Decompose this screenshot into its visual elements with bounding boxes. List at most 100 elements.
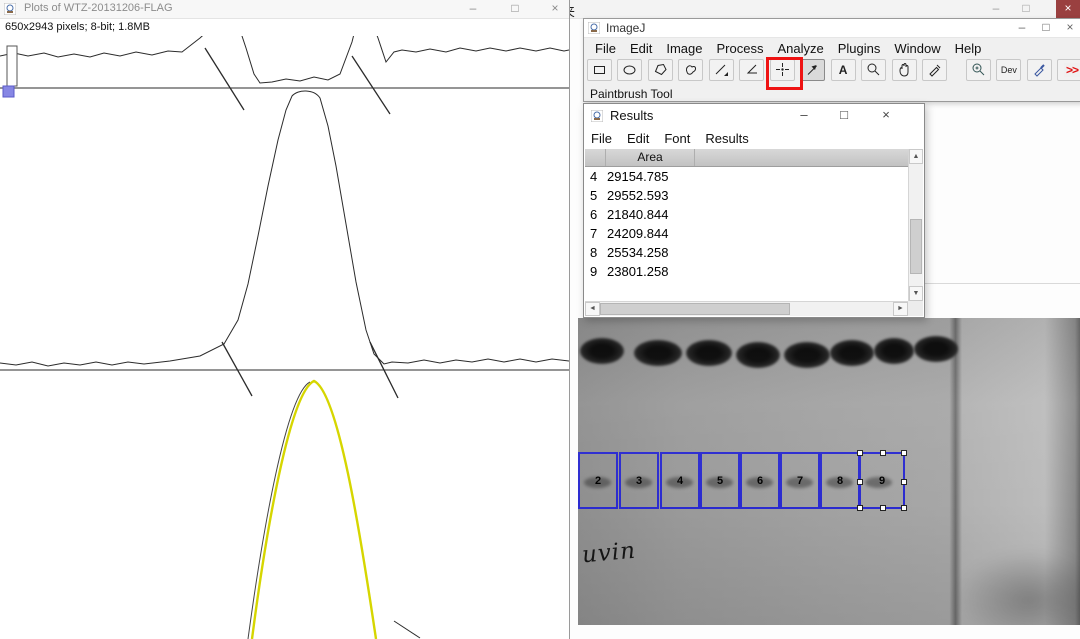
imagej-maximize-button[interactable]: □ — [1034, 19, 1058, 37]
imagej-minimize-button[interactable]: – — [1010, 19, 1034, 37]
plot-maximize-button[interactable]: □ — [500, 0, 530, 18]
scroll-right-button[interactable]: ► — [893, 302, 908, 316]
menu-plugins[interactable]: Plugins — [831, 39, 888, 58]
gel-band — [784, 342, 830, 368]
imagej-toolbar: A Dev >> — [584, 57, 1080, 90]
tool-zoom-alt[interactable] — [965, 59, 991, 81]
tool-hand[interactable] — [891, 59, 917, 81]
text-tool-icon: A — [838, 63, 848, 77]
tool-brush[interactable] — [1026, 59, 1052, 81]
menu-edit[interactable]: Edit — [623, 39, 659, 58]
tool-angle[interactable] — [739, 59, 765, 81]
dev-tool-icon: Dev — [1000, 65, 1017, 75]
plot-minimize-button[interactable]: – — [458, 0, 488, 18]
results-menu-font[interactable]: Font — [664, 131, 690, 146]
tool-oval[interactable] — [617, 59, 643, 81]
gel-roi[interactable]: 7 — [780, 452, 820, 509]
vertical-scroll-thumb[interactable] — [910, 219, 922, 274]
imagej-icon — [591, 110, 603, 122]
gel-band — [736, 342, 780, 368]
more-tools-button[interactable]: >> — [1063, 63, 1080, 77]
gel-roi[interactable]: 3 — [619, 452, 659, 509]
lane-divider — [351, 55, 391, 115]
gel-band — [914, 336, 958, 362]
plot-titlebar[interactable]: Plots of WTZ-20131206-FLAG – □ × — [0, 0, 569, 19]
results-menu-edit[interactable]: Edit — [627, 131, 649, 146]
selection-handle[interactable] — [901, 479, 907, 485]
tool-polygon[interactable] — [647, 59, 673, 81]
menu-process[interactable]: Process — [710, 39, 771, 58]
tool-dev[interactable]: Dev — [996, 59, 1022, 81]
results-window-title: Results — [610, 108, 654, 123]
gel-band — [830, 340, 874, 366]
row-index: 7 — [590, 226, 598, 241]
table-row[interactable]: 7 24209.844 — [585, 224, 908, 243]
results-menu-results[interactable]: Results — [705, 131, 748, 146]
hand-icon — [899, 63, 909, 77]
selection-handle[interactable] — [857, 505, 863, 511]
gel-roi[interactable]: 6 — [740, 452, 780, 509]
row-number-header — [585, 149, 606, 166]
selection-handle[interactable] — [880, 450, 886, 456]
roi-label: 4 — [676, 475, 684, 487]
selection-handle[interactable] — [901, 450, 907, 456]
gel-band — [874, 338, 914, 364]
row-index: 4 — [590, 169, 598, 184]
selection-handle[interactable] — [857, 450, 863, 456]
tool-dropper[interactable] — [921, 59, 947, 81]
imagej-titlebar[interactable]: ImageJ – □ × — [584, 19, 1080, 38]
tool-text[interactable]: A — [830, 59, 856, 81]
plot-window: Plots of WTZ-20131206-FLAG – □ × 650x294… — [0, 0, 570, 639]
tool-wand[interactable] — [800, 59, 826, 81]
table-row[interactable]: 6 21840.844 — [585, 205, 908, 224]
selection-handle[interactable] — [880, 505, 886, 511]
horizontal-scrollbar[interactable]: ◄ ► — [585, 301, 908, 316]
menu-file[interactable]: File — [588, 39, 623, 58]
results-titlebar[interactable]: Results – □ × — [584, 104, 924, 128]
plot-canvas[interactable] — [0, 17, 570, 639]
imagej-close-button[interactable]: × — [1058, 19, 1080, 37]
menu-image[interactable]: Image — [659, 39, 709, 58]
gel-image[interactable]: 2 3 4 5 6 7 8 9 uvin — [578, 318, 1080, 625]
polygon-icon — [654, 63, 667, 76]
scroll-down-button[interactable]: ▼ — [909, 286, 923, 301]
gel-roi-active[interactable]: 9 — [857, 450, 907, 511]
gel-roi[interactable]: 2 — [578, 452, 618, 509]
menu-help[interactable]: Help — [948, 39, 989, 58]
gel-roi[interactable]: 5 — [700, 452, 740, 509]
horizontal-scroll-thumb[interactable] — [600, 303, 790, 315]
results-menu-file[interactable]: File — [591, 131, 612, 146]
row-area: 29154.785 — [607, 169, 669, 184]
tool-freehand[interactable] — [678, 59, 704, 81]
results-close-button[interactable]: × — [866, 104, 906, 128]
selection-handle[interactable] — [901, 505, 907, 511]
tool-rectangle[interactable] — [587, 59, 612, 81]
gel-roi[interactable]: 4 — [660, 452, 700, 509]
imagej-window: ImageJ – □ × File Edit Image Process Ana… — [583, 18, 1080, 102]
zoom-alt-icon — [972, 63, 985, 76]
plot-marker-rect — [6, 45, 18, 87]
vertical-scrollbar[interactable]: ▲ ▼ — [908, 149, 923, 301]
background-close-button[interactable]: × — [1056, 0, 1080, 18]
table-row[interactable]: 9 23801.258 — [585, 262, 908, 281]
tool-line[interactable] — [708, 59, 734, 81]
table-row[interactable]: 8 25534.258 — [585, 243, 908, 262]
lane-divider — [221, 341, 253, 397]
menu-analyze[interactable]: Analyze — [770, 39, 830, 58]
scroll-left-button[interactable]: ◄ — [585, 302, 600, 316]
table-row[interactable]: 5 29552.593 — [585, 186, 908, 205]
line-icon — [715, 64, 728, 76]
profile-curve-yellow — [250, 379, 378, 639]
selection-handle[interactable] — [857, 479, 863, 485]
plot-close-button[interactable]: × — [540, 0, 570, 18]
imagej-icon — [4, 3, 16, 15]
menu-window[interactable]: Window — [887, 39, 947, 58]
background-minimize-button[interactable]: – — [984, 0, 1008, 18]
results-maximize-button[interactable]: □ — [824, 104, 864, 128]
background-maximize-button[interactable]: □ — [1014, 0, 1038, 18]
table-row[interactable]: 4 29154.785 — [585, 167, 908, 186]
results-minimize-button[interactable]: – — [784, 104, 824, 128]
tool-zoom[interactable] — [861, 59, 887, 81]
scroll-up-button[interactable]: ▲ — [909, 149, 923, 164]
gel-roi[interactable]: 8 — [820, 452, 860, 509]
